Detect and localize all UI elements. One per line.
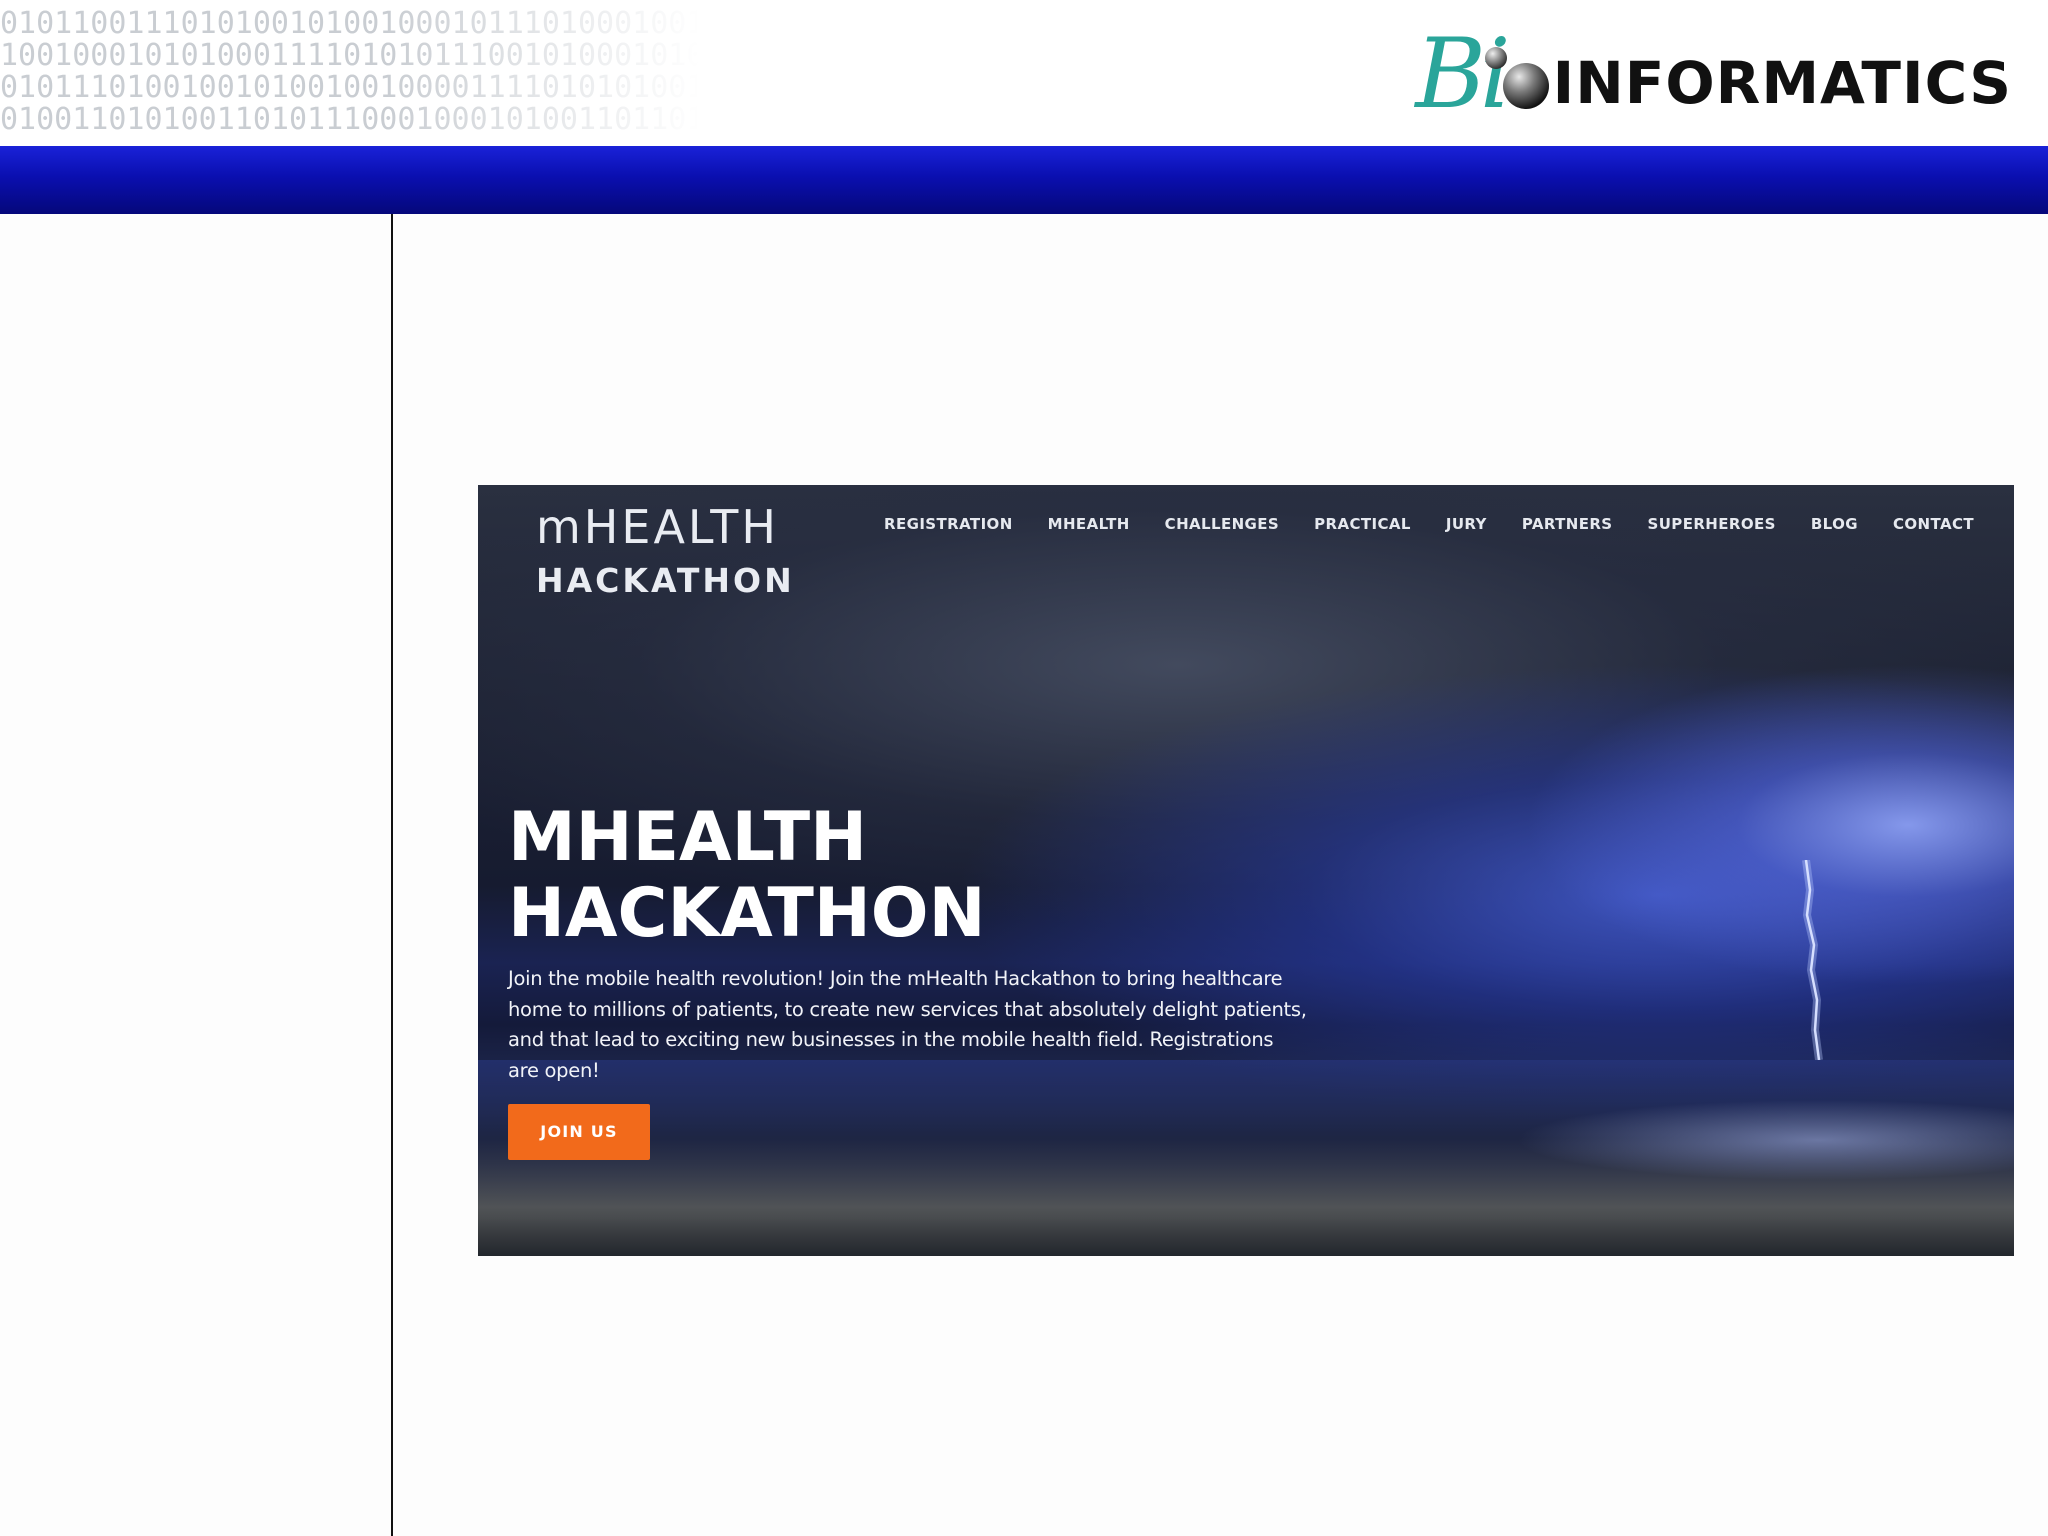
nav-practical[interactable]: PRACTICAL — [1314, 515, 1411, 533]
nav-contact[interactable]: CONTACT — [1893, 515, 1974, 533]
hero-title: MHEALTH HACKATHON — [508, 800, 1328, 952]
title-band — [0, 146, 2048, 214]
nav-challenges[interactable]: CHALLENGES — [1165, 515, 1279, 533]
binary-pattern: 010110011101010010100100010111010001001 1… — [0, 8, 700, 140]
site-nav: REGISTRATION MHEALTH CHALLENGES PRACTICA… — [884, 515, 1974, 533]
hero-title-line: HACKATHON — [508, 874, 986, 953]
logo-line-top: mHEALTH — [536, 500, 779, 554]
nav-mhealth[interactable]: MHEALTH — [1048, 515, 1130, 533]
logo-prefix: Bi — [1415, 18, 1510, 130]
nav-jury[interactable]: JURY — [1446, 515, 1487, 533]
binary-row: 0100110101001101011100010001010011011010… — [0, 102, 700, 137]
nav-partners[interactable]: PARTNERS — [1522, 515, 1613, 533]
lightning-bolt — [1802, 860, 1823, 1060]
hero-section: MHEALTH HACKATHON Join the mobile health… — [508, 800, 1328, 1160]
join-us-button[interactable]: JOIN US — [508, 1104, 650, 1160]
mhealth-logo[interactable]: mHEALTH HACKATHON — [536, 497, 795, 603]
vertical-divider — [391, 214, 393, 1536]
logo-text: INFORMATICS — [1552, 49, 2012, 117]
binary-row: 0101100111010100101001000101110100010011… — [0, 8, 700, 41]
nav-superheroes[interactable]: SUPERHEROES — [1648, 515, 1776, 533]
binary-row: 1001000101010001111010101110010100010101… — [0, 38, 700, 73]
nav-registration[interactable]: REGISTRATION — [884, 515, 1013, 533]
nav-blog[interactable]: BLOG — [1811, 515, 1858, 533]
molecule-icon — [1484, 47, 1549, 109]
binary-row: 0101110100100101001001000011110101010011… — [0, 70, 700, 105]
hero-title-line: MHEALTH — [508, 798, 868, 877]
logo-line-bottom: HACKATHON — [536, 561, 795, 600]
hero-description: Join the mobile health revolution! Join … — [508, 967, 1307, 1082]
embedded-website-screenshot: mHEALTH HACKATHON REGISTRATION MHEALTH C… — [478, 485, 2014, 1256]
slide-header: 010110011101010010100100010111010001001 1… — [0, 0, 2048, 146]
bioinformatics-logo: Bi INFORMATICS — [1415, 26, 2012, 122]
